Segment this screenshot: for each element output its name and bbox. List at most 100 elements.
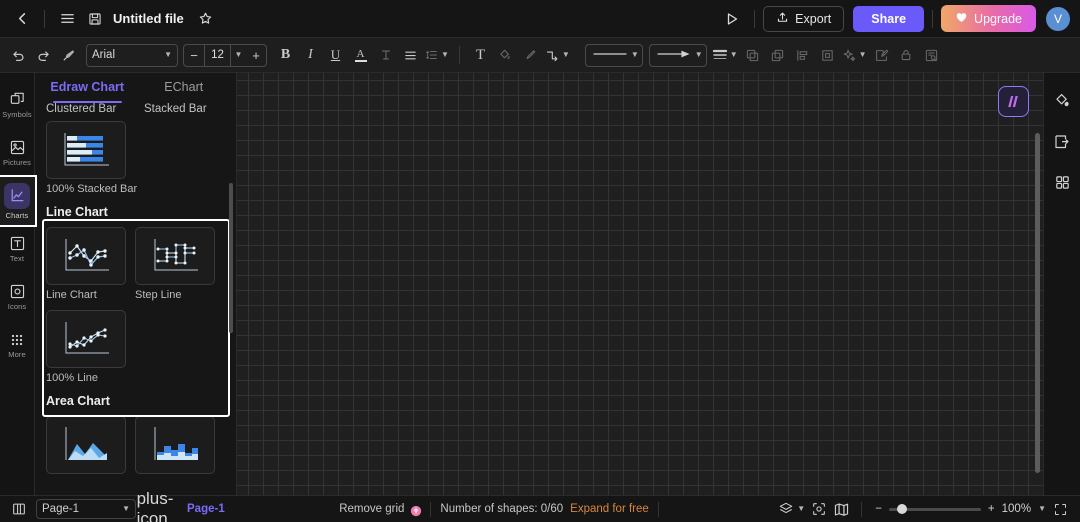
sidebar-item-more[interactable]: More [0, 321, 35, 369]
hamburger-menu-button[interactable] [53, 5, 81, 33]
zoom-slider-knob[interactable] [896, 504, 907, 514]
connector-icon[interactable]: ▼ [543, 43, 572, 68]
arrow-style-select[interactable]: ▼ [648, 43, 707, 67]
bar-chart-thumb-grid: 100% Stacked Bar [35, 115, 236, 195]
bring-to-front-icon[interactable] [740, 43, 765, 68]
chart-item-stacked-area[interactable] [135, 416, 215, 478]
font-size-increase-button[interactable]: + [246, 45, 266, 66]
sidebar-label-more: More [8, 349, 26, 359]
font-color-button[interactable]: A [348, 43, 373, 68]
grid-apps-icon[interactable] [1049, 169, 1076, 196]
expand-for-free-link[interactable]: Expand for free [570, 503, 649, 515]
format-painter-icon[interactable] [56, 43, 81, 68]
ai-assistant-button[interactable] [998, 86, 1029, 117]
panel-vertical-scrollbar[interactable] [229, 183, 233, 333]
align-objects-icon[interactable] [790, 43, 815, 68]
file-title[interactable]: Untitled file [113, 11, 184, 26]
share-button[interactable]: Share [853, 5, 925, 32]
right-tool-rail [1043, 73, 1080, 522]
font-size-value[interactable]: 12 [204, 44, 231, 66]
edit-shape-icon[interactable] [869, 43, 894, 68]
toggle-panel-icon[interactable] [8, 498, 30, 520]
minimap-icon[interactable] [830, 498, 852, 520]
sidebar-item-pictures[interactable]: Pictures [0, 129, 35, 177]
drawing-canvas[interactable] [237, 73, 1043, 522]
chart-item-area-chart[interactable] [46, 416, 126, 478]
step-line-thumb[interactable] [135, 227, 215, 285]
text-box-button[interactable]: T [468, 43, 493, 68]
tab-echart[interactable]: EChart [136, 73, 233, 103]
remove-grid-label[interactable]: Remove grid [339, 503, 404, 515]
sidebar-item-charts[interactable]: Charts [0, 175, 37, 227]
chevron-down-icon[interactable]: ▼ [1038, 505, 1046, 513]
tab-edraw-chart[interactable]: Edraw Chart [39, 73, 136, 103]
sidebar-item-icons[interactable]: Icons [0, 273, 35, 321]
upgrade-label: Upgrade [974, 11, 1022, 26]
underline-button[interactable]: U [323, 43, 348, 68]
text-strikethrough-icon[interactable] [373, 43, 398, 68]
redo-arrow-icon[interactable] [31, 43, 56, 68]
sidebar-item-text[interactable]: Text [0, 225, 35, 273]
line-100-thumb[interactable] [46, 310, 126, 368]
focus-frame-icon[interactable] [808, 498, 830, 520]
group-objects-icon[interactable] [815, 43, 840, 68]
lock-icon[interactable] [894, 43, 919, 68]
sidebar-label-pictures: Pictures [3, 158, 31, 167]
sidebar-label-charts: Charts [5, 210, 29, 220]
page-select[interactable]: Page-1 ▼ [36, 499, 136, 519]
fullscreen-icon[interactable] [1050, 498, 1072, 520]
chart-item-stacked-bar-100[interactable]: 100% Stacked Bar [46, 121, 137, 195]
area-chart-thumb[interactable] [46, 416, 126, 474]
stacked-bar-100-thumb[interactable] [46, 121, 126, 179]
header-divider-1 [44, 9, 45, 28]
align-left-icon[interactable] [398, 43, 423, 68]
chart-item-line-100[interactable]: 100% Line [46, 310, 126, 384]
line-style-select[interactable]: ▼ [584, 43, 643, 67]
zoom-in-button[interactable]: + [988, 503, 995, 515]
back-button[interactable] [8, 5, 36, 33]
app-root: Untitled file Export Share Upgrade V Ari… [0, 0, 1080, 522]
line-weight-icon[interactable]: ▼ [710, 43, 740, 68]
fill-bucket-icon[interactable] [1049, 87, 1076, 114]
favorite-star-button[interactable] [192, 5, 220, 33]
font-size-decrease-button[interactable]: − [184, 45, 204, 66]
layers-icon[interactable]: ▼ [775, 498, 808, 520]
sidebar-item-symbols[interactable]: Symbols [0, 81, 35, 129]
find-replace-icon[interactable] [919, 43, 944, 68]
sidebar-label-icons: Icons [7, 302, 27, 311]
upgrade-button[interactable]: Upgrade [941, 5, 1036, 32]
send-to-back-icon[interactable] [765, 43, 790, 68]
presentation-play-button[interactable] [718, 5, 746, 33]
pen-line-color-icon[interactable] [518, 43, 543, 68]
chart-item-step-line[interactable]: Step Line [135, 227, 215, 301]
avatar[interactable]: V [1046, 6, 1070, 31]
page-select-value: Page-1 [42, 503, 80, 515]
save-button[interactable] [81, 5, 109, 33]
arrow-style-icon [656, 46, 692, 64]
add-page-button[interactable]: plus-icon [137, 489, 174, 522]
export-label: Export [795, 11, 832, 26]
text-box-icon [9, 235, 26, 252]
chart-item-label: Step Line [135, 289, 182, 301]
font-family-select[interactable]: Arial ▼ [86, 43, 178, 67]
bold-button[interactable]: B [273, 43, 298, 68]
font-size-dropdown-button[interactable]: ▼ [231, 51, 246, 59]
export-button[interactable]: Export [763, 5, 845, 32]
fill-color-icon[interactable] [493, 43, 518, 68]
section-title-area-chart: Area Chart [46, 394, 110, 408]
zoom-out-button[interactable]: − [875, 503, 882, 515]
sidebar-label-symbols: Symbols [2, 110, 32, 119]
line-spacing-icon[interactable]: ▼ [423, 43, 451, 68]
italic-button[interactable]: I [298, 43, 323, 68]
bold-label: B [280, 47, 291, 62]
page-tab-page-1[interactable]: Page-1 [180, 500, 232, 518]
undo-arrow-icon[interactable] [6, 43, 31, 68]
page-layout-icon[interactable] [1049, 128, 1076, 155]
canvas-vertical-scrollbar[interactable] [1035, 133, 1040, 473]
line-chart-thumb[interactable] [46, 227, 126, 285]
formatting-toolbar: Arial ▼ − 12 ▼ + B I U A ▼ T ▼ ▼ ▼ ▼ ▼ [0, 38, 1080, 73]
zoom-slider[interactable] [888, 504, 981, 514]
stacked-area-thumb[interactable] [135, 416, 215, 474]
magic-effects-icon[interactable]: ▼ [840, 43, 869, 68]
chart-item-line-chart[interactable]: Line Chart [46, 227, 126, 301]
